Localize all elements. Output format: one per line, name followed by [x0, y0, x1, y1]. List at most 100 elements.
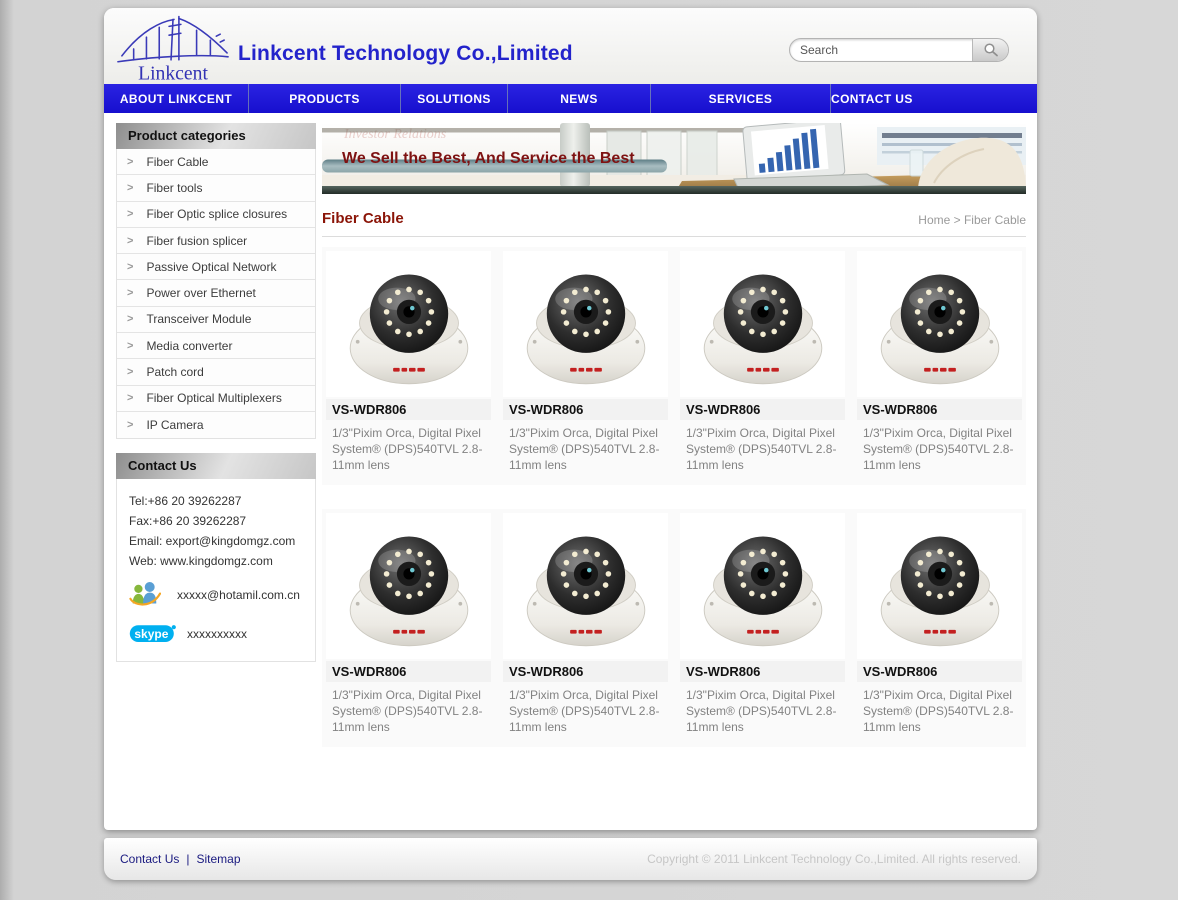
promo-banner: Investor Relations [322, 123, 1026, 194]
product-card[interactable]: VS-WDR806 1/3"Pixim Orca, Digital Pixel … [501, 511, 670, 743]
banner-slogan: We Sell the Best, And Service the Best [342, 150, 635, 167]
category-label: IP Camera [146, 418, 203, 432]
bridge-logo-icon: Linkcent [114, 10, 232, 84]
msn-messenger-icon [129, 579, 161, 611]
footer-separator: | [186, 852, 189, 866]
chevron-right-icon: > [127, 366, 133, 378]
dome-camera-image [339, 254, 479, 394]
product-name[interactable]: VS-WDR806 [680, 399, 845, 420]
product-name[interactable]: VS-WDR806 [326, 661, 491, 682]
breadcrumb[interactable]: Home > Fiber Cable [918, 213, 1026, 227]
category-item[interactable]: > Transceiver Module [117, 307, 315, 333]
category-item[interactable]: > Fiber Optic splice closures [117, 202, 315, 228]
product-categories-header: Product categories [116, 123, 316, 149]
skype-id[interactable]: xxxxxxxxxx [187, 627, 247, 641]
product-card[interactable]: VS-WDR806 1/3"Pixim Orca, Digital Pixel … [324, 249, 493, 481]
msn-address[interactable]: xxxxx@hotamil.com.cn [177, 588, 300, 602]
nav-item[interactable]: SOLUTIONS [400, 84, 507, 113]
search-button[interactable] [972, 39, 1008, 61]
product-name[interactable]: VS-WDR806 [326, 399, 491, 420]
dome-camera-image [870, 516, 1010, 656]
header: Linkcent Linkcent Technology Co.,Limited [104, 8, 1037, 84]
main-nav: ABOUT LINKCENT PRODUCTS SOLUTIONS NEWS S… [104, 84, 1037, 113]
product-card[interactable]: VS-WDR806 1/3"Pixim Orca, Digital Pixel … [678, 249, 847, 481]
category-label: Fiber tools [146, 181, 202, 195]
dome-camera-image [516, 516, 656, 656]
category-label: Transceiver Module [146, 312, 251, 326]
product-card[interactable]: VS-WDR806 1/3"Pixim Orca, Digital Pixel … [324, 511, 493, 743]
product-card[interactable]: VS-WDR806 1/3"Pixim Orca, Digital Pixel … [678, 511, 847, 743]
product-row-2: VS-WDR806 1/3"Pixim Orca, Digital Pixel … [322, 509, 1026, 747]
category-item[interactable]: > Fiber fusion splicer [117, 228, 315, 254]
skype-wordmark: skype [134, 627, 168, 641]
product-image [326, 513, 491, 659]
category-item[interactable]: > IP Camera [117, 412, 315, 438]
product-card[interactable]: VS-WDR806 1/3"Pixim Orca, Digital Pixel … [855, 511, 1024, 743]
chevron-right-icon: > [127, 208, 133, 220]
product-name[interactable]: VS-WDR806 [857, 399, 1022, 420]
product-card[interactable]: VS-WDR806 1/3"Pixim Orca, Digital Pixel … [855, 249, 1024, 481]
category-item[interactable]: > Power over Ethernet [117, 280, 315, 306]
copyright-text: Copyright © 2011 Linkcent Technology Co.… [647, 852, 1021, 866]
search-input[interactable] [790, 39, 972, 61]
product-image [503, 251, 668, 397]
page-title-row: Fiber Cable Home > Fiber Cable [322, 210, 1026, 237]
chevron-right-icon: > [127, 340, 133, 352]
product-card[interactable]: VS-WDR806 1/3"Pixim Orca, Digital Pixel … [501, 249, 670, 481]
laptop [743, 123, 846, 183]
content-area: Product categories > Fiber Cable > Fiber… [104, 113, 1037, 747]
footer: Contact Us | Sitemap Copyright © 2011 Link… [104, 838, 1037, 880]
chevron-right-icon: > [127, 419, 133, 431]
product-name[interactable]: VS-WDR806 [503, 399, 668, 420]
dome-camera-image [693, 254, 833, 394]
company-logo[interactable]: Linkcent [114, 10, 232, 89]
chevron-right-icon: > [127, 182, 133, 194]
category-item[interactable]: > Fiber Cable [117, 149, 315, 175]
chevron-right-icon: > [127, 156, 133, 168]
product-image [326, 251, 491, 397]
footer-sitemap-link[interactable]: Sitemap [196, 852, 240, 866]
contact-section: Contact Us Tel:+86 20 39262287 Fax:+86 2… [116, 453, 316, 662]
dome-camera-image [870, 254, 1010, 394]
product-description: 1/3"Pixim Orca, Digital Pixel System® (D… [503, 420, 668, 481]
category-item[interactable]: > Media converter [117, 333, 315, 359]
category-label: Fiber Optic splice closures [146, 207, 287, 221]
nav-item[interactable]: CONTACT US [830, 84, 913, 113]
skype-logo-icon: skype [129, 623, 177, 645]
product-name[interactable]: VS-WDR806 [857, 661, 1022, 682]
category-label: Patch cord [146, 365, 203, 379]
chevron-right-icon: > [127, 392, 133, 404]
page-title: Fiber Cable [322, 210, 404, 227]
nav-item[interactable]: SERVICES [650, 84, 830, 113]
magnifier-icon [983, 42, 999, 58]
product-image [503, 513, 668, 659]
banner-bottom-band [322, 186, 1026, 194]
chevron-right-icon: > [127, 261, 133, 273]
category-list: > Fiber Cable > Fiber tools > Fiber Opti… [116, 149, 316, 439]
footer-contact-link[interactable]: Contact Us [120, 852, 179, 866]
msn-row: xxxxx@hotamil.com.cn [129, 579, 309, 611]
footer-links: Contact Us | Sitemap [120, 852, 241, 866]
nav-item[interactable]: NEWS [507, 84, 650, 113]
product-description: 1/3"Pixim Orca, Digital Pixel System® (D… [326, 682, 491, 743]
nav-item[interactable]: PRODUCTS [248, 84, 400, 113]
search-box [789, 38, 1009, 62]
chevron-right-icon: > [127, 313, 133, 325]
dome-camera-image [339, 516, 479, 656]
category-item[interactable]: > Passive Optical Network [117, 254, 315, 280]
category-label: Fiber fusion splicer [146, 234, 247, 248]
product-name[interactable]: VS-WDR806 [503, 661, 668, 682]
category-item[interactable]: > Fiber Optical Multiplexers [117, 386, 315, 412]
contact-line: Email: export@kingdomgz.com [129, 531, 309, 551]
main-column: Investor Relations [322, 123, 1026, 747]
category-item[interactable]: > Patch cord [117, 359, 315, 385]
contact-box: Tel:+86 20 39262287 Fax:+86 20 39262287 … [116, 479, 316, 662]
category-item[interactable]: > Fiber tools [117, 175, 315, 201]
product-row-1: VS-WDR806 1/3"Pixim Orca, Digital Pixel … [322, 247, 1026, 485]
product-description: 1/3"Pixim Orca, Digital Pixel System® (D… [857, 420, 1022, 481]
chevron-right-icon: > [127, 287, 133, 299]
product-name[interactable]: VS-WDR806 [680, 661, 845, 682]
product-image [857, 251, 1022, 397]
product-description: 1/3"Pixim Orca, Digital Pixel System® (D… [680, 420, 845, 481]
contact-line: Web: www.kingdomgz.com [129, 551, 309, 571]
